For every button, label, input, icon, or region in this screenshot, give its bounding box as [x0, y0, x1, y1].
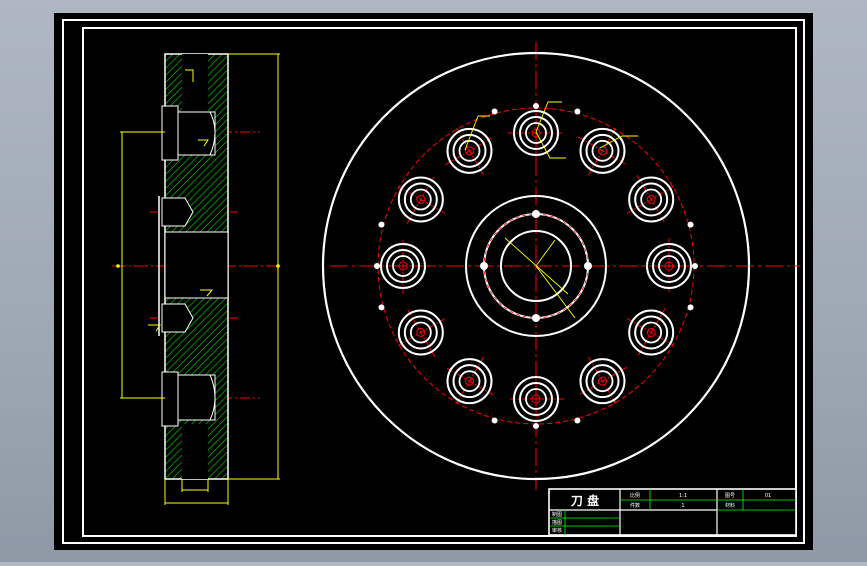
- row-draw: 制图: [552, 511, 562, 518]
- drawing-title: 刀 盘: [571, 493, 599, 508]
- dot-icon: [692, 263, 698, 269]
- scale-label: 比例: [630, 492, 640, 499]
- dot-icon: [491, 108, 498, 115]
- hub-bore: [164, 231, 229, 299]
- dot-icon: [532, 314, 540, 322]
- material-label: 材料: [725, 502, 735, 509]
- dot-icon: [491, 417, 498, 424]
- top-hole-counterbore: [161, 105, 179, 161]
- dot-icon: [378, 221, 385, 228]
- drawing-svg: 刀 盘 比例 1:1 图号 01 件数 1 材料 制图 描图 审核: [54, 13, 813, 550]
- dot-icon: [533, 103, 539, 109]
- cavity-top: [182, 54, 208, 112]
- dot-icon: [480, 262, 488, 270]
- row-trace: 描图: [552, 519, 562, 526]
- top-hole-bore: [175, 111, 216, 156]
- dot-icon: [532, 210, 540, 218]
- scale-value: 1:1: [679, 493, 687, 499]
- sheet-value: 01: [765, 493, 771, 499]
- dot-icon: [378, 304, 385, 311]
- dot-icon: [687, 304, 694, 311]
- dot-icon: [574, 108, 581, 115]
- dot-icon: [584, 262, 592, 270]
- dot-icon: [687, 221, 694, 228]
- bottom-hole-counterbore: [161, 371, 179, 427]
- row-check: 审核: [552, 527, 562, 534]
- sheet-label: 图号: [725, 493, 735, 499]
- dot-icon: [374, 263, 380, 269]
- bottom-hole-bore: [175, 374, 216, 421]
- cavity-bottom: [182, 424, 208, 479]
- title-block: 刀 盘 比例 1:1 图号 01 件数 1 材料 制图 描图 审核: [548, 488, 797, 536]
- dot-icon: [533, 423, 539, 429]
- qty-label: 件数: [630, 502, 640, 509]
- dot-icon: [574, 417, 581, 424]
- qty-value: 1: [681, 503, 684, 509]
- cad-viewport[interactable]: 刀 盘 比例 1:1 图号 01 件数 1 材料 制图 描图 审核: [0, 0, 867, 562]
